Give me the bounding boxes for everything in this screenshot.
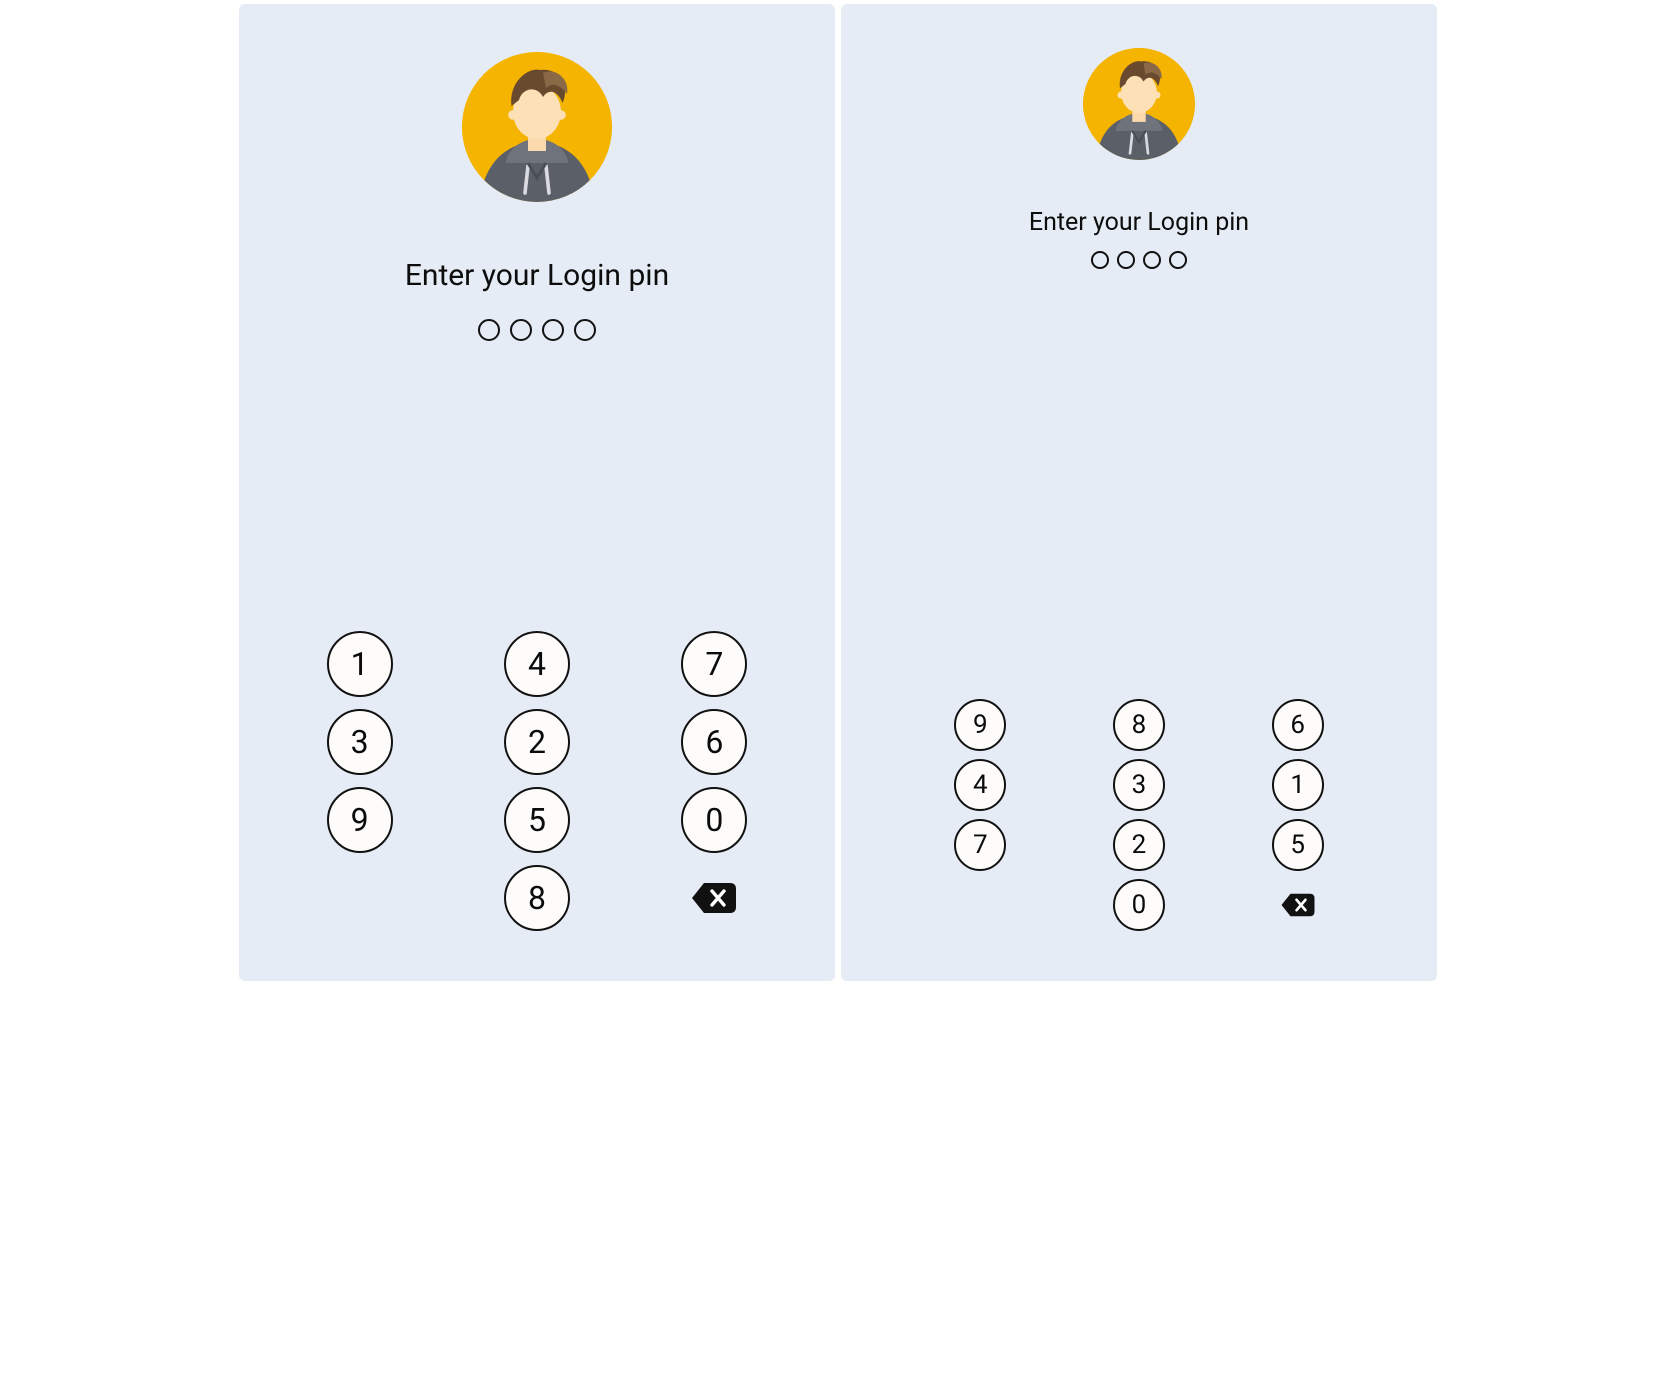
person-icon (462, 52, 612, 202)
pin-screen-small: Enter your Login pin 9 4 7 8 3 2 0 6 1 5 (841, 4, 1437, 981)
avatar-container (841, 4, 1437, 160)
key-7[interactable]: 7 (681, 631, 747, 697)
key-4[interactable]: 4 (954, 759, 1006, 811)
key-0[interactable]: 0 (1113, 879, 1165, 931)
backspace-icon (1280, 892, 1316, 918)
key-2[interactable]: 2 (1113, 819, 1165, 871)
keypad-col-2: 8 3 2 0 (1113, 699, 1165, 931)
pin-dot (542, 319, 564, 341)
key-3[interactable]: 3 (1113, 759, 1165, 811)
key-2[interactable]: 2 (504, 709, 570, 775)
pin-title: Enter your Login pin (841, 208, 1437, 237)
keypad-col-1: 9 4 7 (954, 699, 1006, 931)
key-9[interactable]: 9 (954, 699, 1006, 751)
avatar-container (239, 4, 835, 202)
pin-screen-large: Enter your Login pin 1 3 9 4 2 5 8 7 6 0 (239, 4, 835, 981)
backspace-icon (690, 881, 738, 915)
avatar (462, 52, 612, 202)
key-5[interactable]: 5 (504, 787, 570, 853)
pin-dot (478, 319, 500, 341)
pin-dot (1117, 251, 1135, 269)
keypad-col-3: 7 6 0 (681, 631, 747, 931)
key-7[interactable]: 7 (954, 819, 1006, 871)
pin-dot (510, 319, 532, 341)
backspace-button[interactable] (1272, 879, 1324, 931)
pin-indicator (841, 251, 1437, 269)
avatar (1083, 48, 1195, 160)
pin-title: Enter your Login pin (239, 258, 835, 293)
key-4[interactable]: 4 (504, 631, 570, 697)
pin-dot (574, 319, 596, 341)
key-5[interactable]: 5 (1272, 819, 1324, 871)
key-8[interactable]: 8 (504, 865, 570, 931)
pin-dot (1091, 251, 1109, 269)
pin-indicator (239, 319, 835, 341)
keypad: 9 4 7 8 3 2 0 6 1 5 (841, 699, 1437, 931)
pin-screens: Enter your Login pin 1 3 9 4 2 5 8 7 6 0 (235, 0, 1441, 985)
keypad-col-2: 4 2 5 8 (504, 631, 570, 931)
key-0[interactable]: 0 (681, 787, 747, 853)
key-1[interactable]: 1 (327, 631, 393, 697)
key-6[interactable]: 6 (681, 709, 747, 775)
backspace-button[interactable] (681, 865, 747, 931)
key-1[interactable]: 1 (1272, 759, 1324, 811)
keypad-col-3: 6 1 5 (1272, 699, 1324, 931)
key-9[interactable]: 9 (327, 787, 393, 853)
keypad-col-1: 1 3 9 (327, 631, 393, 931)
key-8[interactable]: 8 (1113, 699, 1165, 751)
key-6[interactable]: 6 (1272, 699, 1324, 751)
person-icon (1083, 48, 1195, 160)
pin-dot (1143, 251, 1161, 269)
key-3[interactable]: 3 (327, 709, 393, 775)
keypad: 1 3 9 4 2 5 8 7 6 0 (239, 631, 835, 931)
pin-dot (1169, 251, 1187, 269)
